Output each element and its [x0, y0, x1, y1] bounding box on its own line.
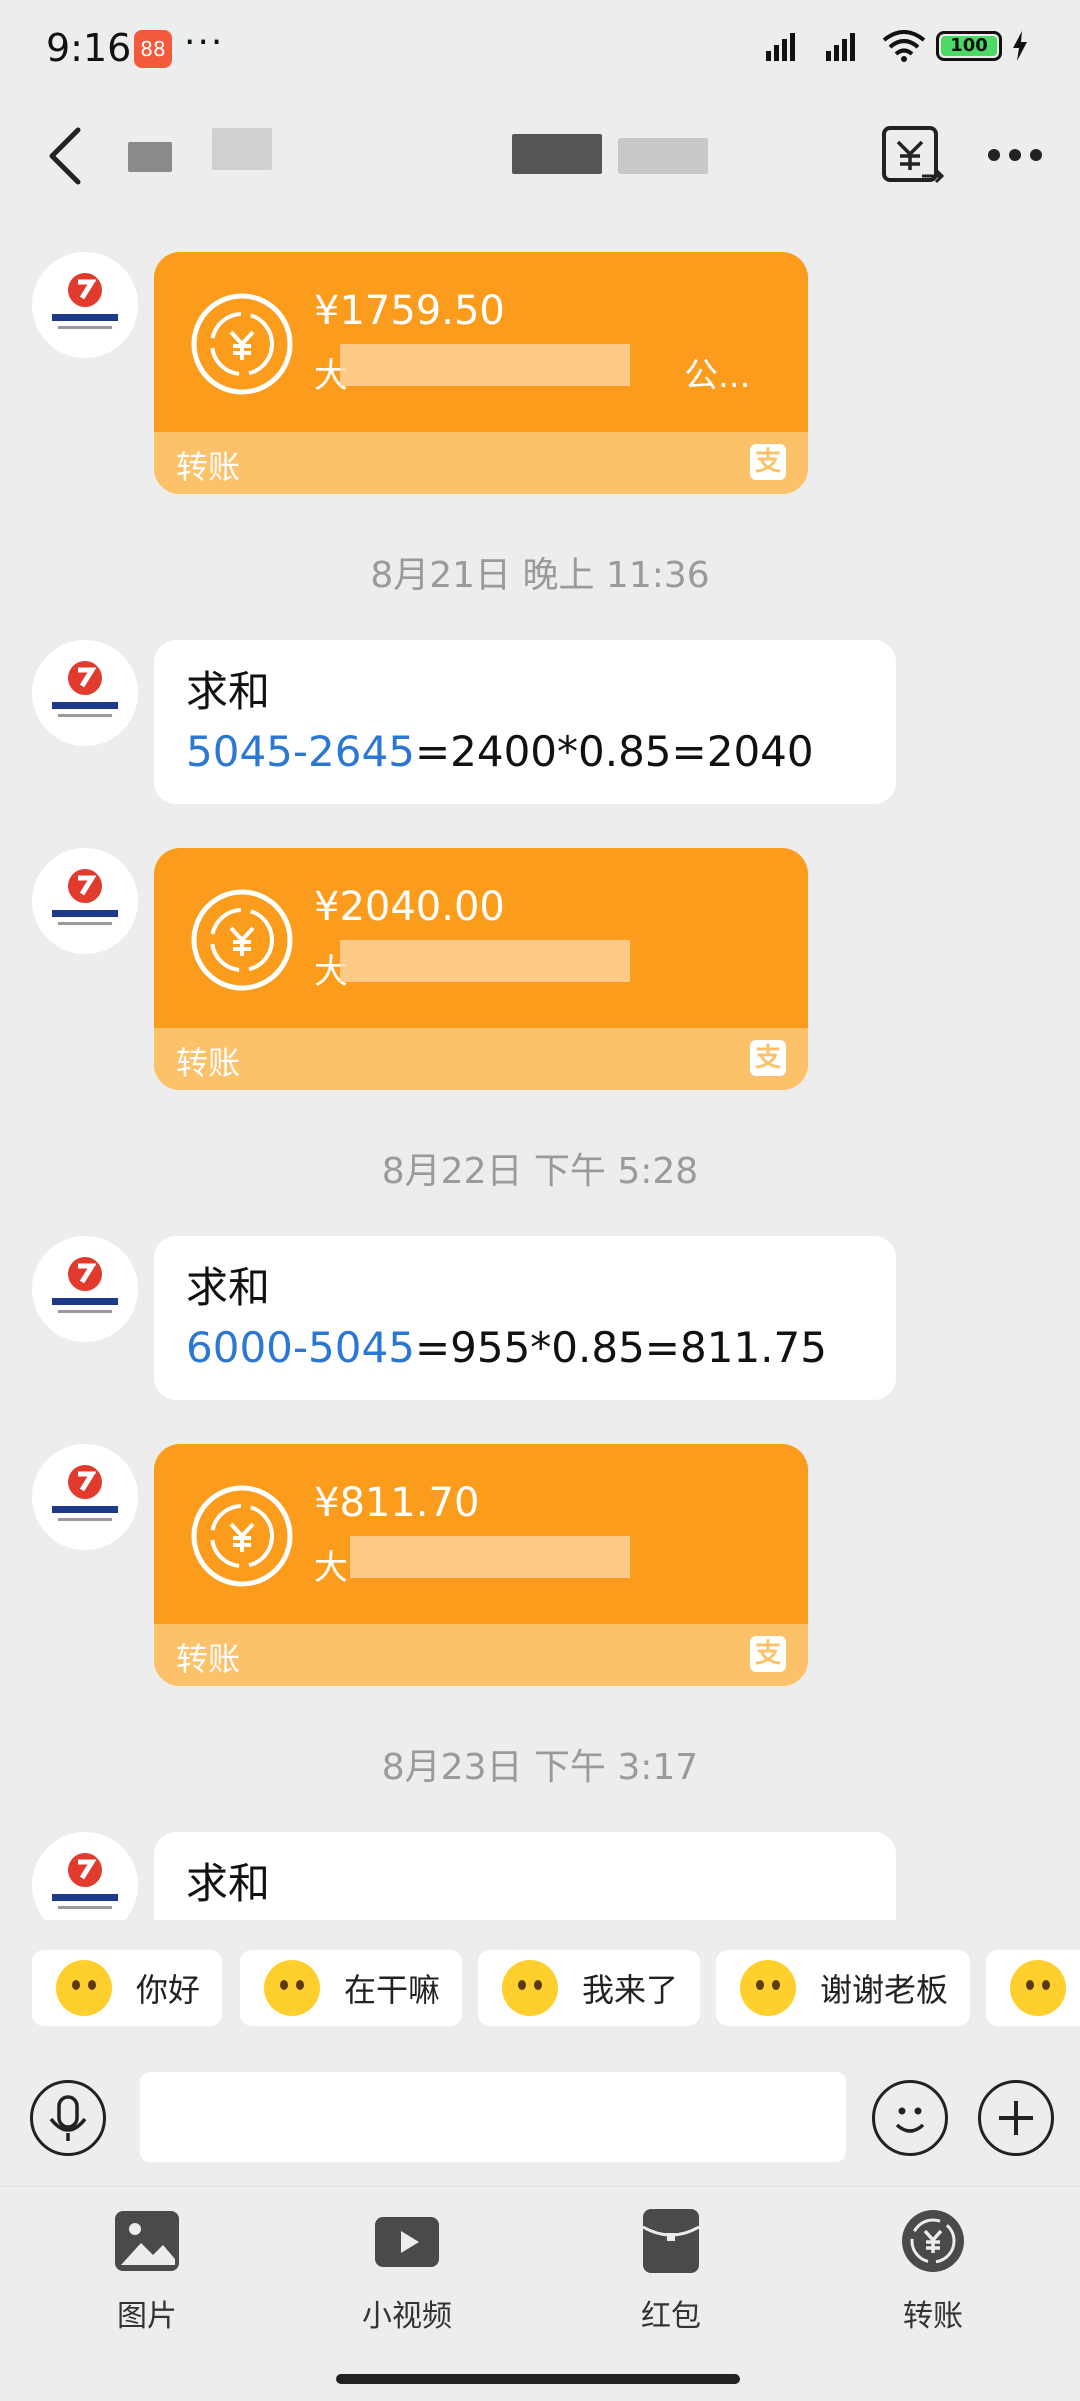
message-line: 求和 — [186, 667, 271, 716]
tool-label: 小视频 — [362, 2299, 452, 2334]
more-notifications-icon: ··· — [184, 22, 225, 63]
tool-label: 转账 — [903, 2299, 963, 2334]
signal-icon — [766, 33, 795, 61]
transfer-card[interactable]: ¥811.70 大 转账 支 — [154, 1444, 808, 1686]
charging-icon — [1013, 31, 1027, 61]
timestamp: 8月21日 晚上 11:36 — [370, 555, 710, 596]
quick-reply-chip[interactable]: 谢谢老板 — [716, 1950, 971, 2026]
transfer-card[interactable]: ¥1759.50 大 公... 转账 支 — [154, 252, 808, 494]
alipay-icon: 支 — [750, 444, 786, 480]
tool-transfer[interactable]: 转账 — [858, 2207, 1008, 2335]
tool-label: 红包 — [641, 2299, 701, 2334]
tool-red-packet[interactable]: 红包 — [596, 2207, 746, 2335]
image-icon — [115, 2211, 179, 2271]
transfer-label: 转账 — [176, 448, 241, 486]
home-indicator[interactable] — [336, 2374, 740, 2384]
back-icon[interactable] — [36, 124, 96, 188]
transfer-amount: ¥1759.50 — [314, 288, 505, 334]
alipay-icon: 支 — [750, 1040, 786, 1076]
timestamp: 8月23日 下午 3:17 — [381, 1747, 699, 1788]
composer — [0, 2062, 1080, 2186]
status-time: 9:16 — [46, 26, 132, 70]
tool-label: 图片 — [117, 2299, 177, 2334]
status-bar: 9:16 88 ··· 100 — [0, 0, 1080, 100]
avatar[interactable] — [32, 252, 138, 358]
tool-panel: 图片 小视频 红包 转账 — [0, 2186, 1080, 2401]
avatar[interactable] — [32, 1832, 138, 1920]
quick-reply-chip[interactable] — [986, 1950, 1080, 2026]
more-actions-button[interactable] — [978, 2080, 1054, 2156]
tool-photo[interactable]: 图片 — [72, 2207, 222, 2335]
quick-reply-chip[interactable]: 在干嘛 — [240, 1950, 463, 2026]
quick-reply-chip[interactable]: 我来了 — [478, 1950, 701, 2026]
app-notification-icon: 88 — [134, 30, 172, 68]
message-text: =955*0.85=811.75 — [414, 1323, 827, 1372]
quick-reply-bar[interactable]: 你好 在干嘛 我来了 谢谢老板 — [0, 1920, 1080, 2062]
avatar[interactable] — [32, 848, 138, 954]
message-text: =2400*0.85=2040 — [414, 727, 814, 776]
message-line: 求和 — [186, 1263, 271, 1312]
message-link[interactable]: 5045-2645 — [186, 727, 415, 776]
curious-emoji-icon — [264, 1960, 320, 2016]
sunglasses-emoji-icon — [502, 1960, 558, 2016]
signal-icon-2 — [826, 33, 855, 61]
voice-button[interactable] — [30, 2080, 106, 2156]
transfer-amount: ¥811.70 — [314, 1480, 480, 1526]
smiley-icon — [895, 2107, 925, 2133]
emoji-button[interactable] — [872, 2080, 948, 2156]
status-indicators: 100 — [762, 30, 1028, 62]
timestamp: 8月22日 下午 5:28 — [381, 1151, 699, 1192]
transfer-yuan-icon — [191, 293, 293, 395]
transfer-label: 转账 — [176, 1044, 241, 1082]
transfer-label: 转账 — [176, 1640, 241, 1678]
red-packet-icon — [642, 2209, 700, 2273]
avatar[interactable] — [32, 1444, 138, 1550]
quick-reply-chip[interactable]: 你好 — [32, 1950, 223, 2026]
text-message[interactable]: 求和 5045-2645=2400*0.85=2040 — [154, 640, 896, 804]
transfer-payee-tail: 公... — [684, 356, 751, 396]
message-input[interactable] — [140, 2072, 846, 2162]
transfer-yuan-icon — [191, 1485, 293, 1587]
thanks-emoji-icon — [740, 1960, 796, 2016]
transfer-amount: ¥2040.00 — [314, 884, 505, 930]
message-line: 求和 — [186, 1859, 271, 1908]
transfer-yuan-icon — [191, 889, 293, 991]
alipay-icon: 支 — [750, 1636, 786, 1672]
text-message[interactable]: 求和 6000-5045=955*0.85=811.75 — [154, 1236, 896, 1400]
video-icon — [375, 2217, 439, 2267]
text-message[interactable]: 求和 — [154, 1832, 896, 1920]
transfer-payee: 大 — [314, 1548, 348, 1588]
transfer-icon — [902, 2210, 964, 2272]
plus-icon — [999, 2101, 1033, 2135]
microphone-icon — [49, 2095, 87, 2141]
battery-icon: 100 — [936, 31, 1002, 61]
laughing-emoji-icon — [1010, 1960, 1066, 2016]
chat-title-redacted — [128, 128, 778, 184]
transfer-record-icon[interactable] — [880, 124, 946, 190]
avatar[interactable] — [32, 640, 138, 746]
avatar[interactable] — [32, 1236, 138, 1342]
tool-video[interactable]: 小视频 — [332, 2207, 482, 2335]
message-list[interactable]: ¥1759.50 大 公... 转账 支 8月21日 晚上 11:36 求和 5… — [0, 212, 1080, 1920]
waving-emoji-icon — [56, 1960, 112, 2016]
transfer-card[interactable]: ¥2040.00 大 转账 支 — [154, 848, 808, 1090]
more-options-icon[interactable] — [980, 130, 1050, 180]
message-link[interactable]: 6000-5045 — [186, 1323, 415, 1372]
chat-header — [0, 100, 1080, 212]
wifi-icon — [882, 30, 926, 62]
